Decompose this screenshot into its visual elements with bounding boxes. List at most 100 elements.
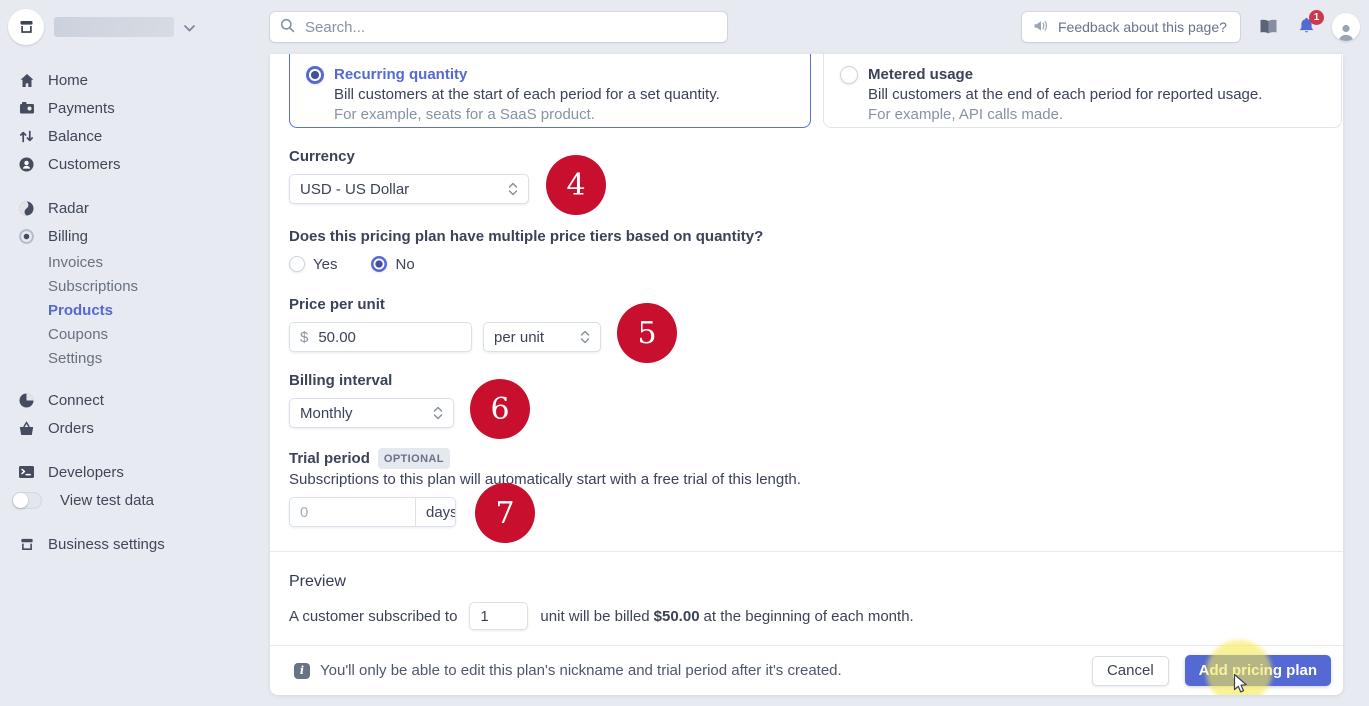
annotation-step-4: 4 [546, 155, 606, 215]
yes-radio[interactable] [289, 256, 305, 272]
sidebar-item-products[interactable]: Products [18, 298, 270, 322]
sidebar-item-payments[interactable]: Payments [18, 94, 270, 122]
sidebar-subitem-label: Coupons [48, 326, 108, 343]
sidebar-item-subscriptions[interactable]: Subscriptions [18, 274, 270, 298]
per-unit-value: per unit [494, 329, 544, 346]
search-input[interactable] [303, 18, 717, 37]
preview-sentence: A customer subscribed to unit will be bi… [289, 602, 1343, 630]
sidebar-item-balance[interactable]: Balance [18, 122, 270, 150]
billing-interval-label: Billing interval [289, 372, 1343, 390]
billing-type-example: For example, API calls made. [868, 105, 1325, 125]
optional-badge: OPTIONAL [378, 448, 450, 469]
chevron-down-icon [184, 19, 195, 36]
billing-interval-value: Monthly [300, 405, 353, 422]
price-input[interactable] [316, 328, 416, 347]
sidebar-subitem-label: Invoices [48, 254, 103, 271]
sidebar-item-label: Connect [48, 392, 104, 409]
avatar[interactable] [1332, 13, 1360, 41]
book-icon [1258, 23, 1279, 40]
sidebar-item-label: Business settings [48, 536, 165, 553]
account-name-redacted [54, 17, 174, 37]
billing-type-recurring-card[interactable]: Recurring quantity Bill customers at the… [289, 54, 811, 128]
price-input-wrap[interactable]: $ [289, 322, 472, 352]
feedback-label: Feedback about this page? [1058, 19, 1227, 35]
sidebar-item-invoices[interactable]: Invoices [18, 250, 270, 274]
preview-quantity-input[interactable] [469, 602, 528, 630]
add-pricing-plan-panel: Recurring quantity Bill customers at the… [270, 54, 1343, 695]
top-bar: Feedback about this page? 1 [0, 0, 1369, 54]
search-icon [280, 18, 295, 37]
sidebar-item-settings[interactable]: Settings [18, 346, 270, 370]
trial-period-description: Subscriptions to this plan will automati… [289, 471, 1343, 489]
bell-icon [1296, 24, 1317, 41]
test-data-toggle[interactable] [12, 492, 42, 509]
search-bar[interactable] [270, 12, 727, 42]
info-icon: i [294, 663, 310, 679]
preview-text-after: unit will be billed$50.00at the beginnin… [540, 608, 913, 625]
sidebar-subitem-label: Products [48, 302, 113, 319]
billing-type-description: Bill customers at the start of each peri… [334, 85, 794, 105]
per-unit-select[interactable]: per unit [483, 322, 601, 352]
tiers-yes-option[interactable]: Yes [289, 256, 337, 273]
add-pricing-plan-button[interactable]: Add pricing plan [1185, 655, 1331, 686]
metered-radio[interactable] [840, 66, 858, 84]
no-radio[interactable] [371, 256, 387, 272]
sidebar-item-orders[interactable]: Orders [18, 414, 270, 442]
sidebar-item-coupons[interactable]: Coupons [18, 322, 270, 346]
radar-icon [18, 200, 35, 217]
preview-text-before: A customer subscribed to [289, 608, 457, 625]
sidebar-item-developers[interactable]: Developers [18, 458, 270, 486]
sidebar-item-label: Home [48, 72, 88, 89]
currency-select[interactable]: USD - US Dollar [289, 174, 529, 204]
account-switcher[interactable] [8, 9, 195, 45]
currency-select-value: USD - US Dollar [300, 181, 409, 198]
billing-type-metered-card[interactable]: Metered usage Bill customers at the end … [823, 54, 1342, 128]
sidebar-item-label: Payments [48, 100, 115, 117]
docs-button[interactable] [1258, 18, 1279, 40]
home-icon [18, 72, 35, 89]
billing-type-options: Recurring quantity Bill customers at the… [289, 54, 1343, 128]
currency-symbol: $ [300, 329, 308, 346]
cancel-button[interactable]: Cancel [1092, 656, 1169, 686]
megaphone-icon [1033, 19, 1049, 36]
yes-label: Yes [313, 256, 337, 273]
sidebar-subitem-label: Settings [48, 350, 102, 367]
select-chevrons-icon [508, 181, 518, 197]
tiers-no-option[interactable]: No [371, 256, 414, 273]
sidebar-item-business-settings[interactable]: Business settings [18, 530, 270, 558]
form-footer: i You'll only be able to edit this plan'… [270, 645, 1343, 695]
trial-period-label: Trial period [289, 450, 370, 467]
balance-icon [18, 128, 35, 145]
annotation-step-6: 6 [470, 379, 530, 439]
preview-divider [270, 551, 1343, 552]
sidebar-item-customers[interactable]: Customers [18, 150, 270, 178]
footer-note-text: You'll only be able to edit this plan's … [320, 662, 842, 679]
preview-heading: Preview [289, 572, 1343, 592]
sidebar-subitem-label: Subscriptions [48, 278, 138, 295]
customers-icon [18, 156, 35, 173]
sidebar-item-label: View test data [60, 492, 154, 509]
notifications-button[interactable]: 1 [1296, 16, 1317, 41]
trial-period-label-row: Trial period OPTIONAL [289, 448, 1343, 469]
trial-days-input[interactable] [290, 498, 415, 526]
select-chevrons-icon [580, 329, 590, 345]
recurring-radio[interactable] [306, 66, 324, 84]
sidebar-item-connect[interactable]: Connect [18, 386, 270, 414]
select-chevrons-icon [433, 405, 443, 421]
sidebar-item-home[interactable]: Home [18, 66, 270, 94]
sidebar-item-view-test-data[interactable]: View test data [18, 486, 270, 514]
toggle-knob [13, 493, 28, 508]
sidebar-item-billing[interactable]: Billing [18, 222, 270, 250]
sidebar-item-radar[interactable]: Radar [18, 194, 270, 222]
trial-input-group: days [289, 497, 456, 527]
billing-interval-select[interactable]: Monthly [289, 398, 454, 428]
payments-icon [18, 100, 35, 117]
billing-icon [18, 228, 35, 245]
sidebar-item-label: Customers [48, 156, 121, 173]
sidebar-item-label: Billing [48, 228, 88, 245]
price-row: $ per unit [289, 322, 1343, 352]
feedback-button[interactable]: Feedback about this page? [1022, 12, 1240, 42]
billing-type-title: Recurring quantity [334, 65, 794, 85]
tiers-question-label: Does this pricing plan have multiple pri… [289, 228, 1343, 246]
annotation-step-7: 7 [475, 483, 535, 543]
